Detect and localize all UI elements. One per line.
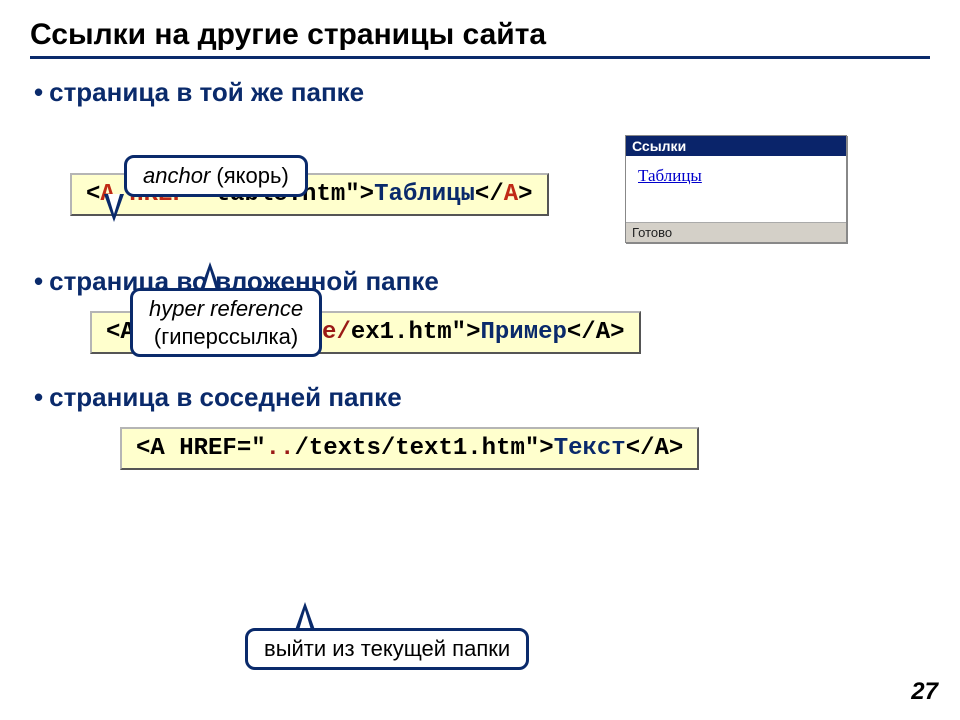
browser-content: Таблицы bbox=[626, 156, 846, 222]
browser-link[interactable]: Таблицы bbox=[638, 166, 702, 185]
title-rule bbox=[30, 56, 930, 59]
tok-lt2: < bbox=[475, 181, 489, 208]
callout-tail-icon bbox=[295, 602, 315, 630]
tok-slash: / bbox=[489, 181, 503, 208]
browser-titlebar: Ссылки bbox=[626, 136, 846, 156]
bullet-text: страница в соседней папке bbox=[49, 382, 402, 412]
tok-linktext: Текст bbox=[554, 435, 626, 462]
tok-lt: < bbox=[86, 181, 100, 208]
bullet-3: •страница в соседней папке bbox=[34, 382, 930, 413]
callout-anchor-italic: anchor bbox=[143, 163, 210, 188]
browser-statusbar: Готово bbox=[626, 222, 846, 242]
bullet-dot-icon: • bbox=[34, 382, 43, 412]
tok-linktext: Таблицы bbox=[374, 181, 475, 208]
tok-dots: .. bbox=[266, 435, 295, 462]
tok-gt2: > bbox=[518, 181, 532, 208]
browser-preview: Ссылки Таблицы Готово bbox=[625, 135, 847, 243]
tok-gt: > bbox=[360, 181, 374, 208]
callout-anchor: anchor (якорь) bbox=[124, 155, 308, 197]
page-title: Ссылки на другие страницы сайта bbox=[30, 18, 930, 52]
callout-exit: выйти из текущей папки bbox=[245, 628, 529, 670]
callout-hyper-italic: hyper reference bbox=[149, 296, 303, 321]
bullet-1: •страница в той же папке bbox=[34, 77, 930, 108]
callout-tail-icon bbox=[104, 194, 124, 222]
callout-hyper-rest: (гиперссылка) bbox=[154, 324, 298, 349]
callout-tail-icon bbox=[200, 262, 220, 290]
tok-mid: "> bbox=[525, 435, 554, 462]
tok-q2: " bbox=[345, 181, 359, 208]
tok-a-close: A bbox=[504, 181, 518, 208]
tok-mid: "> bbox=[452, 319, 481, 346]
callout-exit-text: выйти из текущей папки bbox=[264, 636, 510, 661]
tok-suffix: </A> bbox=[626, 435, 684, 462]
bullet-dot-icon: • bbox=[34, 266, 43, 296]
tok-linktext: Пример bbox=[480, 319, 566, 346]
tok-path-rest: ex1.htm bbox=[351, 319, 452, 346]
page-number: 27 bbox=[911, 678, 938, 706]
section-sibling-folder: •страница в соседней папке <A HREF="../t… bbox=[30, 382, 930, 470]
tok-suffix: </A> bbox=[567, 319, 625, 346]
slide: Ссылки на другие страницы сайта •страниц… bbox=[0, 0, 960, 720]
code-block-3: <A HREF="../texts/text1.htm">Текст</A> bbox=[120, 427, 699, 470]
callout-anchor-rest: (якорь) bbox=[210, 163, 288, 188]
callout-hyper: hyper reference (гиперссылка) bbox=[130, 288, 322, 357]
tok-path-rest: /texts/text1.htm bbox=[294, 435, 524, 462]
bullet-dot-icon: • bbox=[34, 77, 43, 107]
bullet-text: страница в той же папке bbox=[49, 77, 364, 107]
tok-prefix: <A HREF=" bbox=[136, 435, 266, 462]
